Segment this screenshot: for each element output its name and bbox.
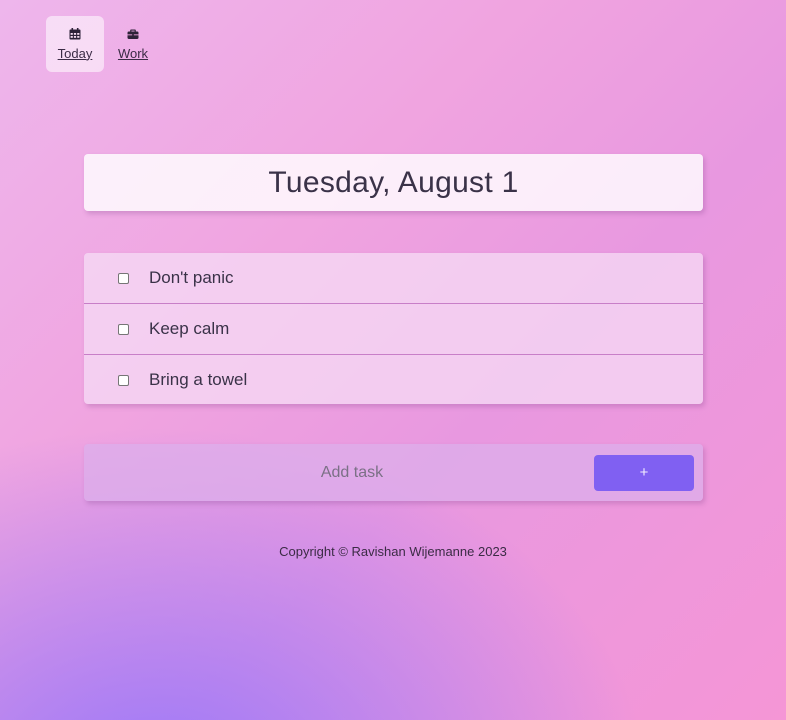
task-item: Bring a towel xyxy=(84,355,703,404)
date-header: Tuesday, August 1 xyxy=(84,154,703,211)
calendar-icon xyxy=(69,27,81,39)
nav-item-work[interactable]: Work xyxy=(104,16,162,72)
add-task-input[interactable] xyxy=(84,453,594,492)
task-checkbox[interactable] xyxy=(118,323,129,335)
task-text: Bring a towel xyxy=(149,370,248,389)
nav-item-today[interactable]: Today xyxy=(46,16,104,72)
briefcase-icon xyxy=(127,29,139,39)
add-task-button[interactable]: + xyxy=(594,454,694,491)
nav-item-label[interactable]: Work xyxy=(118,46,148,61)
task-item: Keep calm xyxy=(84,304,703,355)
list-nav: Today Work xyxy=(46,16,162,72)
footer-copyright: Copyright © Ravishan Wijemanne 2023 xyxy=(279,544,507,559)
page-title: Tuesday, August 1 xyxy=(268,165,519,199)
task-text: Keep calm xyxy=(149,319,230,338)
task-checkbox[interactable] xyxy=(118,272,129,284)
add-task-form: + xyxy=(84,444,703,501)
nav-item-label[interactable]: Today xyxy=(58,46,93,61)
task-text: Don't panic xyxy=(149,268,234,287)
task-list: Don't panic Keep calm Bring a towel xyxy=(84,253,703,404)
task-item: Don't panic xyxy=(84,253,703,304)
task-checkbox[interactable] xyxy=(118,374,129,386)
